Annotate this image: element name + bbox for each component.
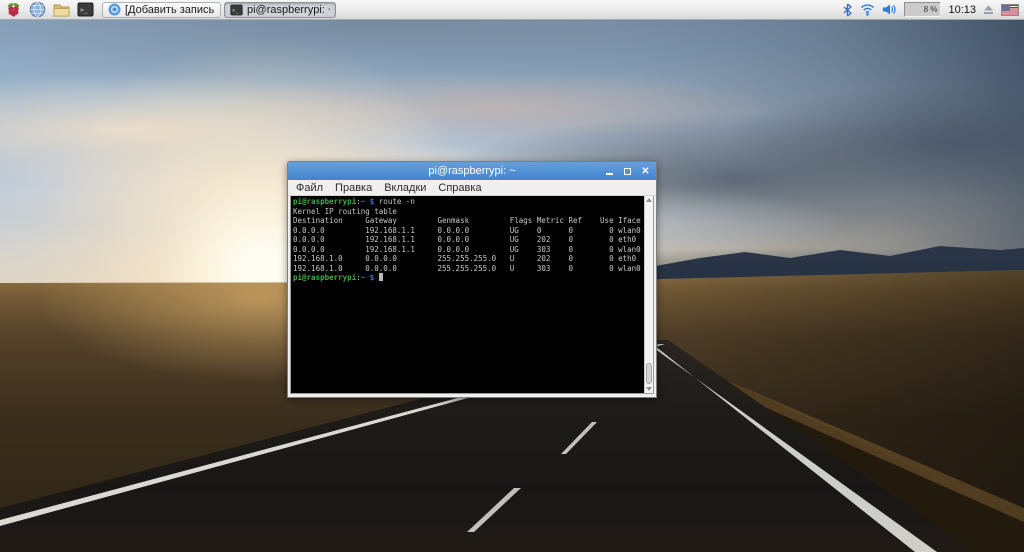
output-line: 0.0.0.0 192.168.1.1 0.0.0.0 UG 303 0 0 w…	[293, 245, 642, 255]
taskbar-launchers: >_	[3, 1, 96, 19]
output-line: 192.168.1.0 0.0.0.0 255.255.255.0 U 303 …	[293, 264, 642, 274]
terminal-icon: >_	[230, 4, 243, 16]
svg-text:>_: >_	[232, 7, 238, 13]
prompt-line: pi@raspberrypi:~ $	[293, 273, 642, 283]
close-button[interactable]: ✕	[641, 167, 650, 176]
wifi-icon[interactable]	[860, 3, 875, 16]
us-flag-icon[interactable]	[1001, 4, 1019, 16]
bluetooth-icon[interactable]	[842, 3, 853, 17]
system-tray: 8 % 10:13	[842, 2, 1021, 17]
scrollbar-thumb[interactable]	[646, 363, 652, 384]
minimize-button[interactable]	[605, 167, 614, 176]
volume-icon[interactable]	[882, 3, 897, 16]
menu-edit[interactable]: Правка	[335, 182, 372, 194]
window-button-label: [Добавить запись ...	[125, 4, 215, 16]
output-line: Kernel IP routing table	[293, 207, 642, 217]
clock[interactable]: 10:13	[948, 4, 976, 16]
taskbar-window-browser[interactable]: [Добавить запись ...	[102, 2, 221, 18]
window-controls: ✕	[605, 162, 650, 180]
taskbar-window-terminal[interactable]: >_ pi@raspberrypi: ~	[224, 2, 336, 18]
eject-icon[interactable]	[983, 4, 994, 15]
folder-icon	[52, 2, 71, 18]
output-line: 0.0.0.0 192.168.1.1 0.0.0.0 UG 202 0 0 e…	[293, 235, 642, 245]
raspberry-icon	[5, 1, 22, 18]
menu-help[interactable]: Справка	[438, 182, 481, 194]
window-titlebar[interactable]: pi@raspberrypi: ~ ✕	[288, 162, 656, 180]
terminal-launcher[interactable]: >_	[75, 1, 96, 19]
window-button-label: pi@raspberrypi: ~	[247, 4, 330, 16]
terminal-pane[interactable]: pi@raspberrypi:~ $ route -nKernel IP rou…	[290, 196, 654, 394]
flag-canton	[1002, 5, 1010, 11]
cpu-usage-label: 8 %	[924, 5, 938, 14]
terminal-scrollbar[interactable]	[644, 196, 653, 393]
window-title: pi@raspberrypi: ~	[288, 165, 656, 177]
file-manager-launcher[interactable]	[51, 1, 72, 19]
desktop-screen: >_ [Добавить запись ... >_ pi@raspberryp…	[0, 0, 1024, 552]
taskbar: >_ [Добавить запись ... >_ pi@raspberryp…	[0, 0, 1024, 20]
cpu-usage-monitor[interactable]: 8 %	[904, 2, 941, 17]
scroll-down-arrow-icon[interactable]	[645, 385, 653, 393]
window-menubar: Файл Правка Вкладки Справка	[288, 180, 656, 196]
terminal-output: pi@raspberrypi:~ $ route -nKernel IP rou…	[293, 197, 642, 393]
output-line: 0.0.0.0 192.168.1.1 0.0.0.0 UG 0 0 0 wla…	[293, 226, 642, 236]
web-browser-launcher[interactable]	[27, 1, 48, 19]
globe-icon	[29, 1, 46, 18]
maximize-button[interactable]	[623, 167, 632, 176]
output-line: Destination Gateway Genmask Flags Metric…	[293, 216, 642, 226]
terminal-window: pi@raspberrypi: ~ ✕ Файл Правка Вкладки …	[287, 161, 657, 398]
scroll-up-arrow-icon[interactable]	[645, 196, 653, 204]
taskbar-window-list: [Добавить запись ... >_ pi@raspberrypi: …	[102, 2, 336, 18]
prompt-line: pi@raspberrypi:~ $ route -n	[293, 197, 642, 207]
menu-file[interactable]: Файл	[296, 182, 323, 194]
terminal-cursor	[379, 273, 384, 281]
menu-tabs[interactable]: Вкладки	[384, 182, 426, 194]
terminal-icon: >_	[77, 2, 94, 17]
output-line: 192.168.1.0 0.0.0.0 255.255.255.0 U 202 …	[293, 254, 642, 264]
chromium-icon	[108, 3, 121, 16]
start-menu-button[interactable]	[3, 1, 24, 19]
svg-text:>_: >_	[80, 6, 88, 14]
